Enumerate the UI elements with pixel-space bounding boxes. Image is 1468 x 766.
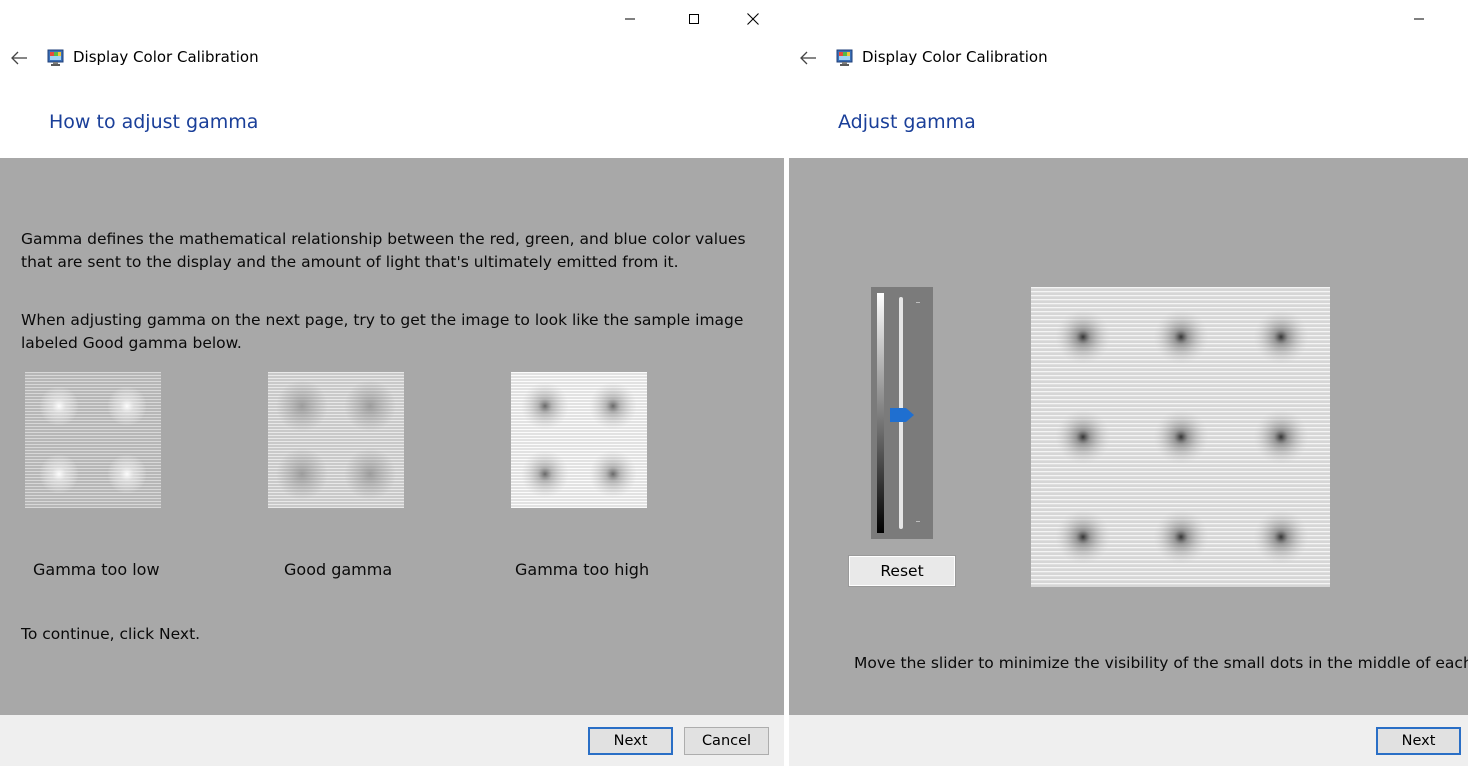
minimize-button[interactable] [607, 0, 653, 38]
button-bar: Next [789, 715, 1468, 766]
minimize-icon [625, 18, 635, 20]
sample-image-gamma-too-high [511, 372, 647, 508]
app-title: Display Color Calibration [862, 48, 1048, 66]
gamma-info-window: Display Color Calibration How to adjust … [0, 0, 784, 766]
label-good-gamma: Good gamma [284, 560, 393, 579]
slider-tick-bottom [916, 521, 920, 522]
maximize-button[interactable] [671, 0, 717, 38]
adjust-instructions-text: When adjusting gamma on the next page, t… [21, 311, 744, 352]
back-button[interactable] [8, 47, 30, 69]
minimize-icon [1414, 18, 1424, 20]
slider-instruction-text: Move the slider to minimize the visibili… [854, 654, 1468, 672]
minimize-button[interactable] [1396, 0, 1442, 38]
gamma-slider[interactable] [871, 287, 933, 539]
next-button[interactable]: Next [1376, 727, 1461, 755]
gamma-definition-text: Gamma defines the mathematical relations… [21, 230, 746, 271]
app-title: Display Color Calibration [73, 48, 259, 66]
close-icon [747, 13, 759, 25]
slider-thumb[interactable] [890, 408, 914, 422]
sample-image-gamma-too-low [25, 372, 161, 508]
cancel-button[interactable]: Cancel [684, 727, 769, 755]
reset-button[interactable]: Reset [848, 555, 956, 587]
maximize-icon [689, 14, 699, 24]
page-title: Adjust gamma [838, 111, 976, 133]
slider-tick-top [916, 302, 920, 303]
page-title: How to adjust gamma [49, 111, 259, 133]
gamma-gradient-bar [877, 293, 884, 533]
label-gamma-too-high: Gamma too high [515, 560, 650, 579]
adjust-gamma-window: Display Color Calibration Adjust gamma R… [789, 0, 1468, 766]
back-arrow-icon [11, 51, 27, 65]
close-button[interactable] [730, 0, 776, 38]
button-bar: Next Cancel [0, 715, 784, 766]
back-arrow-icon [800, 51, 816, 65]
back-button[interactable] [797, 47, 819, 69]
content-panel: Gamma defines the mathematical relations… [0, 158, 784, 715]
display-calibration-icon [836, 49, 853, 66]
content-panel: Reset Move the slider to minimize the vi… [789, 158, 1468, 715]
continue-instruction: To continue, click Next. [21, 625, 201, 643]
label-gamma-too-low: Gamma too low [33, 560, 160, 579]
next-button[interactable]: Next [588, 727, 673, 755]
gamma-test-pattern [1031, 287, 1330, 587]
display-calibration-icon [47, 49, 64, 66]
sample-image-good-gamma [268, 372, 404, 508]
